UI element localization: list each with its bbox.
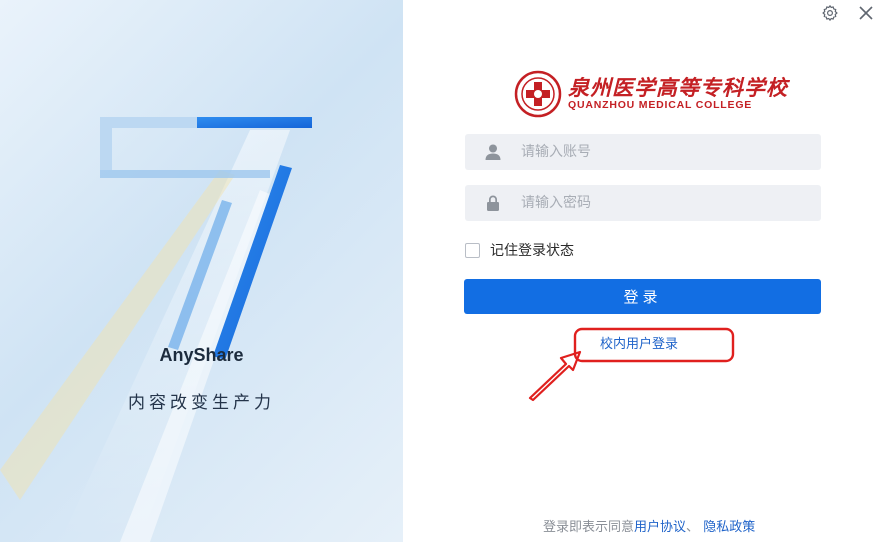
brand-slogan: 内容改变生产力 [128,393,275,413]
footer-agreement: 登录即表示同意用户协议、 隐私政策 [543,516,755,535]
college-name-cn: 泉州医学高等专科学校 [568,75,788,100]
annotation-arrow [528,350,582,402]
login-button[interactable]: 登录 [464,279,821,314]
gear-icon [822,4,838,22]
lock-icon [483,193,503,213]
password-input[interactable] [519,194,803,212]
college-logo: 泉州医学高等专科学校 QUANZHOU MEDICAL COLLEGE [514,70,787,118]
college-name-en: QUANZHOU MEDICAL COLLEGE [568,99,753,111]
privacy-policy-link[interactable]: 隐私政策 [703,520,755,535]
close-icon [859,6,873,20]
password-field[interactable] [465,185,821,221]
footer-prefix: 登录即表示同意 [543,520,635,535]
college-emblem-icon [514,70,562,118]
campus-login-link[interactable]: 校内用户登录 [600,333,678,352]
username-input[interactable] [519,143,803,161]
username-field[interactable] [465,134,821,170]
footer-separator: 、 [686,520,700,535]
close-button[interactable] [855,2,877,24]
remember-login-checkbox[interactable]: 记住登录状态 [465,240,574,260]
brand-illustration [0,117,312,542]
settings-button[interactable] [819,2,841,24]
user-agreement-link[interactable]: 用户协议 [634,520,686,535]
user-icon [483,142,503,162]
brand-name: AnyShare [159,345,244,365]
remember-login-label: 记住登录状态 [490,243,574,259]
brand-panel: AnyShare 内容改变生产力 [0,0,403,542]
checkbox-box[interactable] [465,242,480,258]
